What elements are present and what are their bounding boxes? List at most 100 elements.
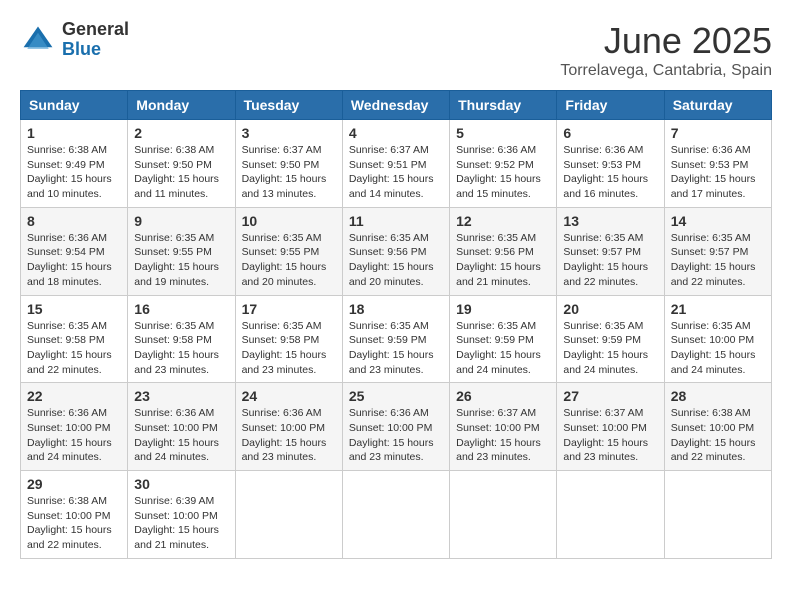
calendar-cell: 9 Sunrise: 6:35 AM Sunset: 9:55 PM Dayli…	[128, 207, 235, 295]
weekday-header: Monday	[128, 91, 235, 120]
daylight-label: Daylight: 15 hours and 16 minutes.	[563, 173, 648, 200]
daylight-label: Daylight: 15 hours and 20 minutes.	[349, 261, 434, 288]
day-info: Sunrise: 6:35 AM Sunset: 9:59 PM Dayligh…	[349, 319, 443, 378]
day-number: 13	[563, 213, 657, 229]
sunset-label: Sunset: 9:53 PM	[671, 159, 749, 171]
daylight-label: Daylight: 15 hours and 24 minutes.	[456, 349, 541, 376]
calendar-cell: 11 Sunrise: 6:35 AM Sunset: 9:56 PM Dayl…	[342, 207, 449, 295]
day-number: 20	[563, 301, 657, 317]
sunset-label: Sunset: 10:00 PM	[671, 334, 754, 346]
calendar-week-row: 15 Sunrise: 6:35 AM Sunset: 9:58 PM Dayl…	[21, 295, 772, 383]
calendar-cell: 28 Sunrise: 6:38 AM Sunset: 10:00 PM Day…	[664, 383, 771, 471]
day-info: Sunrise: 6:35 AM Sunset: 9:56 PM Dayligh…	[456, 231, 550, 290]
sunrise-label: Sunrise: 6:35 AM	[134, 320, 214, 332]
sunset-label: Sunset: 9:55 PM	[134, 246, 212, 258]
calendar-cell	[450, 471, 557, 559]
calendar-week-row: 8 Sunrise: 6:36 AM Sunset: 9:54 PM Dayli…	[21, 207, 772, 295]
day-info: Sunrise: 6:36 AM Sunset: 9:54 PM Dayligh…	[27, 231, 121, 290]
calendar-cell: 7 Sunrise: 6:36 AM Sunset: 9:53 PM Dayli…	[664, 120, 771, 208]
daylight-label: Daylight: 15 hours and 23 minutes.	[563, 437, 648, 464]
header: General Blue June 2025 Torrelavega, Cant…	[20, 20, 772, 80]
day-info: Sunrise: 6:35 AM Sunset: 9:58 PM Dayligh…	[27, 319, 121, 378]
daylight-label: Daylight: 15 hours and 24 minutes.	[671, 349, 756, 376]
sunset-label: Sunset: 10:00 PM	[456, 422, 539, 434]
daylight-label: Daylight: 15 hours and 10 minutes.	[27, 173, 112, 200]
sunrise-label: Sunrise: 6:39 AM	[134, 495, 214, 507]
sunrise-label: Sunrise: 6:37 AM	[242, 144, 322, 156]
sunset-label: Sunset: 9:56 PM	[456, 246, 534, 258]
day-number: 9	[134, 213, 228, 229]
day-number: 26	[456, 388, 550, 404]
sunrise-label: Sunrise: 6:35 AM	[27, 320, 107, 332]
sunset-label: Sunset: 10:00 PM	[134, 422, 217, 434]
calendar-cell: 26 Sunrise: 6:37 AM Sunset: 10:00 PM Day…	[450, 383, 557, 471]
daylight-label: Daylight: 15 hours and 23 minutes.	[242, 349, 327, 376]
sunrise-label: Sunrise: 6:38 AM	[27, 495, 107, 507]
daylight-label: Daylight: 15 hours and 22 minutes.	[671, 437, 756, 464]
sunrise-label: Sunrise: 6:35 AM	[456, 320, 536, 332]
day-info: Sunrise: 6:37 AM Sunset: 10:00 PM Daylig…	[563, 406, 657, 465]
day-number: 17	[242, 301, 336, 317]
title-area: June 2025 Torrelavega, Cantabria, Spain	[560, 20, 772, 80]
day-info: Sunrise: 6:35 AM Sunset: 9:59 PM Dayligh…	[456, 319, 550, 378]
calendar-cell: 27 Sunrise: 6:37 AM Sunset: 10:00 PM Day…	[557, 383, 664, 471]
logo-icon	[20, 22, 56, 58]
sunrise-label: Sunrise: 6:35 AM	[349, 320, 429, 332]
sunset-label: Sunset: 9:58 PM	[134, 334, 212, 346]
sunrise-label: Sunrise: 6:36 AM	[27, 407, 107, 419]
sunrise-label: Sunrise: 6:37 AM	[349, 144, 429, 156]
sunset-label: Sunset: 9:58 PM	[27, 334, 105, 346]
calendar-cell: 17 Sunrise: 6:35 AM Sunset: 9:58 PM Dayl…	[235, 295, 342, 383]
day-number: 8	[27, 213, 121, 229]
sunset-label: Sunset: 9:50 PM	[242, 159, 320, 171]
sunrise-label: Sunrise: 6:36 AM	[134, 407, 214, 419]
day-number: 15	[27, 301, 121, 317]
calendar-cell: 14 Sunrise: 6:35 AM Sunset: 9:57 PM Dayl…	[664, 207, 771, 295]
daylight-label: Daylight: 15 hours and 20 minutes.	[242, 261, 327, 288]
sunset-label: Sunset: 9:51 PM	[349, 159, 427, 171]
day-info: Sunrise: 6:36 AM Sunset: 9:52 PM Dayligh…	[456, 143, 550, 202]
calendar-cell	[342, 471, 449, 559]
sunset-label: Sunset: 9:56 PM	[349, 246, 427, 258]
day-info: Sunrise: 6:35 AM Sunset: 9:59 PM Dayligh…	[563, 319, 657, 378]
day-info: Sunrise: 6:38 AM Sunset: 10:00 PM Daylig…	[671, 406, 765, 465]
sunset-label: Sunset: 9:57 PM	[671, 246, 749, 258]
day-info: Sunrise: 6:36 AM Sunset: 9:53 PM Dayligh…	[563, 143, 657, 202]
weekday-header: Sunday	[21, 91, 128, 120]
day-number: 30	[134, 476, 228, 492]
sunrise-label: Sunrise: 6:35 AM	[242, 320, 322, 332]
weekday-header: Thursday	[450, 91, 557, 120]
sunset-label: Sunset: 9:53 PM	[563, 159, 641, 171]
weekday-header: Friday	[557, 91, 664, 120]
day-number: 3	[242, 125, 336, 141]
calendar-cell: 12 Sunrise: 6:35 AM Sunset: 9:56 PM Dayl…	[450, 207, 557, 295]
day-number: 5	[456, 125, 550, 141]
subtitle: Torrelavega, Cantabria, Spain	[560, 62, 772, 80]
day-number: 27	[563, 388, 657, 404]
day-info: Sunrise: 6:35 AM Sunset: 9:58 PM Dayligh…	[242, 319, 336, 378]
sunrise-label: Sunrise: 6:35 AM	[349, 232, 429, 244]
sunset-label: Sunset: 10:00 PM	[27, 422, 110, 434]
day-info: Sunrise: 6:37 AM Sunset: 10:00 PM Daylig…	[456, 406, 550, 465]
day-number: 21	[671, 301, 765, 317]
calendar-cell: 21 Sunrise: 6:35 AM Sunset: 10:00 PM Day…	[664, 295, 771, 383]
sunrise-label: Sunrise: 6:36 AM	[349, 407, 429, 419]
calendar-cell: 23 Sunrise: 6:36 AM Sunset: 10:00 PM Day…	[128, 383, 235, 471]
sunset-label: Sunset: 9:59 PM	[456, 334, 534, 346]
weekday-header: Saturday	[664, 91, 771, 120]
daylight-label: Daylight: 15 hours and 24 minutes.	[134, 437, 219, 464]
sunrise-label: Sunrise: 6:35 AM	[671, 320, 751, 332]
calendar-cell: 4 Sunrise: 6:37 AM Sunset: 9:51 PM Dayli…	[342, 120, 449, 208]
calendar-cell: 10 Sunrise: 6:35 AM Sunset: 9:55 PM Dayl…	[235, 207, 342, 295]
day-number: 11	[349, 213, 443, 229]
daylight-label: Daylight: 15 hours and 21 minutes.	[456, 261, 541, 288]
calendar-cell: 16 Sunrise: 6:35 AM Sunset: 9:58 PM Dayl…	[128, 295, 235, 383]
day-number: 23	[134, 388, 228, 404]
calendar-cell: 29 Sunrise: 6:38 AM Sunset: 10:00 PM Day…	[21, 471, 128, 559]
sunrise-label: Sunrise: 6:38 AM	[134, 144, 214, 156]
calendar-cell	[235, 471, 342, 559]
daylight-label: Daylight: 15 hours and 17 minutes.	[671, 173, 756, 200]
calendar-cell: 8 Sunrise: 6:36 AM Sunset: 9:54 PM Dayli…	[21, 207, 128, 295]
day-number: 14	[671, 213, 765, 229]
daylight-label: Daylight: 15 hours and 11 minutes.	[134, 173, 219, 200]
